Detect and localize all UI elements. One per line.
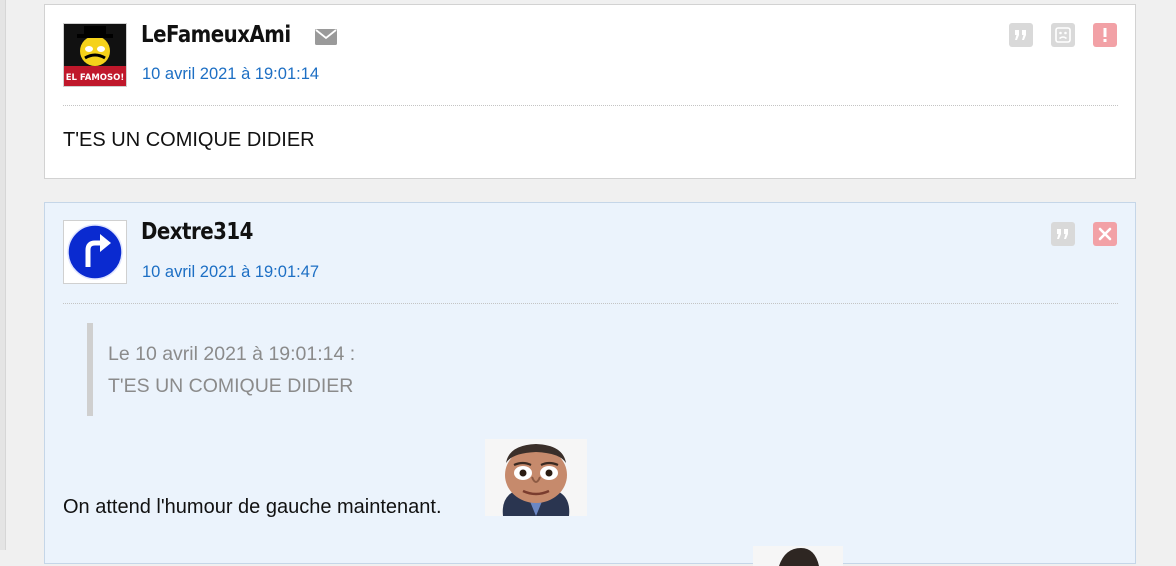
mail-icon[interactable]: [315, 29, 337, 45]
quote-button[interactable]: [1009, 23, 1033, 47]
forum-post: EL FAMOSO! LeFameuxAmi 10 avril 2021 à 1…: [44, 4, 1136, 179]
delete-icon: [1098, 227, 1112, 241]
sticker-image[interactable]: [753, 546, 843, 566]
post-separator: [63, 105, 1118, 106]
post-separator: [63, 303, 1118, 304]
quote-header: Le 10 avril 2021 à 19:01:14 :: [108, 343, 356, 365]
post-date-link[interactable]: 10 avril 2021 à 19:01:14: [142, 65, 319, 84]
dislike-button[interactable]: [1051, 23, 1075, 47]
sad-face-icon: [1055, 27, 1071, 43]
avatar[interactable]: [63, 220, 127, 284]
face-sticker-image[interactable]: [485, 439, 587, 516]
username[interactable]: Dextre314: [141, 219, 253, 245]
post-date-link[interactable]: 10 avril 2021 à 19:01:47: [142, 263, 319, 282]
quote-button[interactable]: [1051, 222, 1075, 246]
avatar-image: EL FAMOSO!: [64, 24, 126, 86]
quote-icon: [1015, 30, 1026, 40]
left-gutter: [0, 0, 6, 550]
forum-post: Dextre314 10 avril 2021 à 19:01:47 Le 10…: [44, 202, 1136, 566]
post-message: T'ES UN COMIQUE DIDIER: [63, 129, 315, 151]
avatar-label: EL FAMOSO!: [66, 73, 125, 83]
username[interactable]: LeFameuxAmi: [141, 22, 291, 48]
report-button[interactable]: [1093, 23, 1117, 47]
delete-button[interactable]: [1093, 222, 1117, 246]
post-message: On attend l'humour de gauche maintenant.: [63, 496, 442, 518]
quoted-message: Le 10 avril 2021 à 19:01:14 : T'ES UN CO…: [87, 323, 693, 416]
report-icon: [1103, 28, 1107, 42]
quote-text: T'ES UN COMIQUE DIDIER: [108, 375, 354, 397]
quote-icon: [1057, 229, 1068, 239]
avatar[interactable]: EL FAMOSO!: [63, 23, 127, 87]
turn-right-sign-icon: [64, 221, 126, 283]
